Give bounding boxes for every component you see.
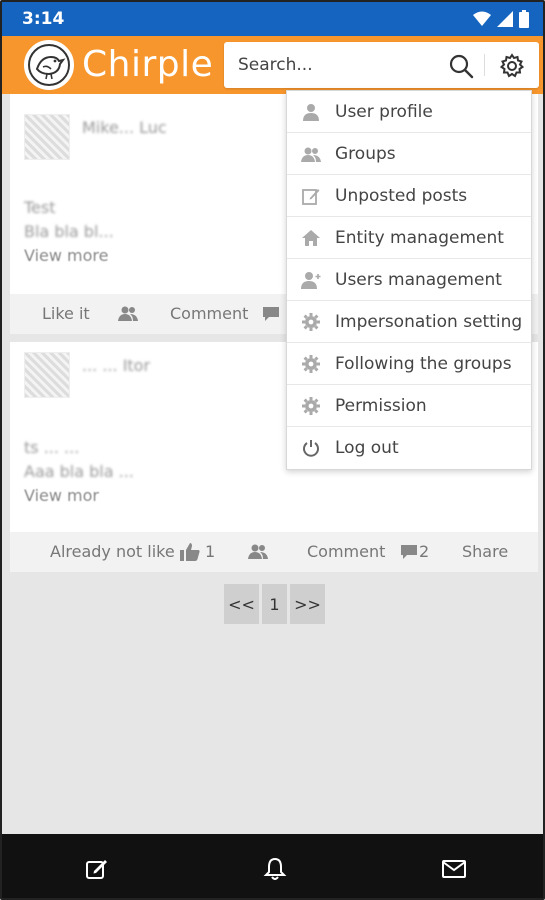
menu-item-label: Following the groups [335, 353, 512, 374]
view-more-link[interactable]: View mor [24, 486, 99, 505]
wifi-icon [473, 11, 491, 26]
view-more-link[interactable]: View more [24, 246, 109, 265]
menu-item-unposted-posts[interactable]: Unposted posts [287, 175, 531, 217]
search-input[interactable] [224, 42, 464, 88]
search-divider [484, 54, 485, 76]
power-icon [301, 438, 321, 458]
gear-icon [301, 396, 321, 416]
post-line: Test [24, 198, 56, 217]
avatar[interactable] [24, 352, 70, 398]
prev-page-button[interactable]: << [224, 584, 259, 624]
menu-item-users-management[interactable]: Users management [287, 259, 531, 301]
avatar[interactable] [24, 114, 70, 160]
menu-item-log-out[interactable]: Log out [287, 427, 531, 469]
battery-icon [519, 10, 529, 28]
device-frame: 3:14 Chirple Search... Mike... Luc Test … [0, 0, 545, 900]
page-number-button[interactable]: 1 [262, 584, 287, 624]
user-add-icon [301, 270, 321, 290]
share-button[interactable]: Share [462, 542, 508, 561]
gear-icon [301, 354, 321, 374]
menu-item-permission[interactable]: Permission [287, 385, 531, 427]
gear-icon[interactable] [498, 52, 526, 80]
comment-button[interactable]: Comment [170, 304, 248, 323]
comment-icon[interactable] [400, 544, 418, 560]
app-logo[interactable] [24, 40, 74, 90]
menu-item-label: Log out [335, 438, 399, 458]
post-line: ts ... ... [24, 438, 80, 457]
menu-item-label: Unposted posts [335, 185, 468, 206]
menu-item-impersonation-setting[interactable]: Impersonation setting [287, 301, 531, 343]
home-icon [301, 228, 321, 248]
user-icon [301, 102, 321, 122]
menu-item-label: Impersonation setting [335, 311, 523, 332]
menu-item-label: Entity management [335, 227, 504, 248]
app-header: Chirple [2, 36, 543, 94]
signal-icon [497, 11, 513, 27]
like-count: 1 [205, 542, 216, 561]
next-page-button[interactable]: >> [290, 584, 325, 624]
menu-item-label: Permission [335, 395, 427, 416]
menu-item-label: User profile [335, 101, 433, 122]
status-bar: 3:14 [2, 2, 543, 36]
status-icons [473, 10, 529, 28]
mail-icon[interactable] [441, 856, 467, 882]
menu-item-entity-management[interactable]: Entity management [287, 217, 531, 259]
gear-icon [301, 312, 321, 332]
edit-icon [301, 186, 321, 206]
settings-dropdown-menu: User profile Groups Unposted posts Entit… [286, 90, 532, 470]
menu-item-label: Users management [335, 269, 502, 290]
pagination: << 1 >> [224, 584, 325, 624]
menu-item-user-profile[interactable]: User profile [287, 91, 531, 133]
post-line: Aaa bla bla ... [24, 462, 134, 481]
bird-logo-icon [28, 44, 70, 86]
people-icon[interactable] [118, 305, 138, 321]
search-icon[interactable] [448, 53, 474, 79]
thumbs-up-icon[interactable] [180, 543, 200, 561]
bell-icon[interactable] [262, 856, 288, 882]
comment-button[interactable]: Comment [307, 542, 385, 561]
menu-item-label: Groups [335, 143, 396, 164]
group-icon [301, 144, 321, 164]
bottom-nav [2, 834, 543, 898]
comment-icon[interactable] [262, 306, 280, 322]
status-time: 3:14 [22, 9, 65, 29]
post-author[interactable]: Mike... Luc [82, 118, 167, 137]
menu-item-following-groups[interactable]: Following the groups [287, 343, 531, 385]
post-actions: Already not like 1 Comment 2 Share [10, 532, 538, 572]
search-box [224, 42, 539, 88]
like-button[interactable]: Already not like [50, 542, 175, 561]
comment-count: 2 [419, 542, 430, 561]
post-line: Bla bla bl... [24, 222, 114, 241]
compose-icon[interactable] [84, 856, 110, 882]
app-title: Chirple [82, 44, 214, 85]
menu-item-groups[interactable]: Groups [287, 133, 531, 175]
people-icon[interactable] [248, 543, 268, 559]
post-author[interactable]: ... ... Itor [82, 356, 150, 375]
like-button[interactable]: Like it [42, 304, 90, 323]
